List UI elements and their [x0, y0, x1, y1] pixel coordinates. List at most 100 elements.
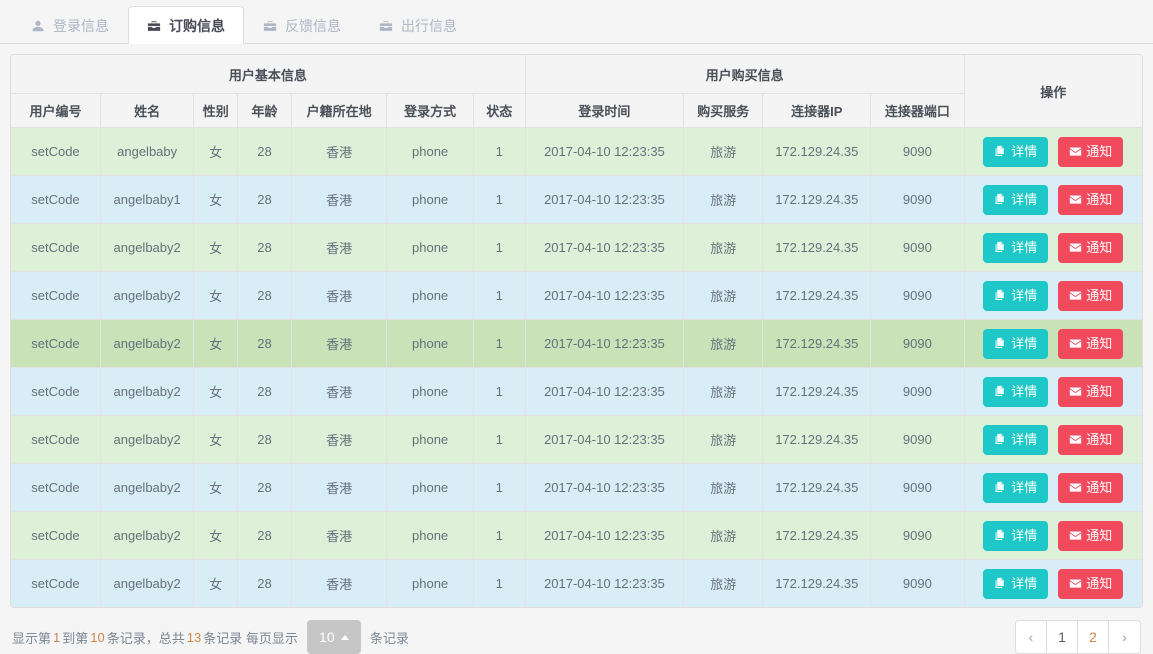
table-cell: phone [386, 127, 474, 176]
button-label: 通知 [1086, 192, 1113, 207]
col-login-method[interactable]: 登录方式 [386, 93, 474, 128]
detail-button[interactable]: 详情 [983, 520, 1049, 551]
button-label: 通知 [1086, 576, 1113, 591]
summary-mid-3: 条记录 每页显示 [203, 630, 298, 646]
table-cell: 172.129.24.35 [762, 223, 872, 272]
page-1[interactable]: 1 [1047, 621, 1078, 653]
detail-button[interactable]: 详情 [983, 472, 1049, 503]
tab-order-info[interactable]: 订购信息 [128, 6, 244, 44]
table-cell: 女 [193, 415, 239, 464]
summary-total: 13 [186, 629, 202, 645]
table-cell: 旅游 [683, 511, 764, 560]
table-cell: 香港 [290, 463, 388, 512]
table-cell: 28 [237, 415, 292, 464]
row-actions-cell: 详情 通知 [963, 223, 1142, 272]
caret-up-icon [340, 634, 349, 640]
summary-to: 10 [90, 629, 105, 645]
table-cell: 旅游 [683, 271, 764, 320]
col-login-time[interactable]: 登录时间 [524, 93, 685, 128]
col-gender[interactable]: 性别 [193, 93, 239, 128]
notify-button[interactable]: 通知 [1058, 136, 1124, 167]
table-row[interactable]: setCode angelbaby 女 28 香港 phone 1 2017-04-10 12… [11, 127, 1142, 176]
detail-button[interactable]: 详情 [983, 184, 1049, 215]
copy-files-icon [994, 289, 1007, 302]
row-actions: 详情 通知 [965, 184, 1142, 215]
table-cell: setCode [11, 223, 101, 272]
tab-login-info[interactable]: 登录信息 [12, 6, 128, 44]
col-status[interactable]: 状态 [472, 93, 526, 128]
table-cell: 172.129.24.35 [762, 175, 872, 224]
button-label: 详情 [1011, 480, 1038, 495]
row-actions-cell: 详情 通知 [963, 415, 1142, 464]
tab-travel-info[interactable]: 出行信息 [360, 6, 476, 44]
table-cell: 172.129.24.35 [762, 511, 872, 560]
col-age[interactable]: 年龄 [237, 93, 292, 128]
group-header-row: 用户基本信息 用户购买信息 操作 [11, 55, 1142, 128]
table-row[interactable]: setCode angelbaby2 女 28 香港 phone 1 2017-04-10 1… [11, 511, 1142, 560]
copy-files-icon [994, 481, 1007, 494]
tab-feedback-info[interactable]: 反馈信息 [244, 6, 360, 44]
envelope-icon [1069, 145, 1082, 158]
page-next[interactable]: › [1109, 621, 1140, 653]
table-cell: 香港 [290, 319, 388, 368]
tab-bar: 登录信息 订购信息 反馈信息 出行信息 [0, 0, 1153, 44]
detail-button[interactable]: 详情 [983, 424, 1049, 455]
col-connector-port[interactable]: 连接器端口 [870, 93, 965, 128]
envelope-icon [1069, 289, 1082, 302]
table-row[interactable]: setCode angelbaby2 女 28 香港 phone 1 2017-04-10 1… [11, 559, 1142, 607]
detail-button[interactable]: 详情 [983, 136, 1049, 167]
orders-table: 用户基本信息 用户购买信息 操作 用户编号 姓名 性别 年龄 户籍所在地 登录方… [11, 55, 1142, 607]
row-actions: 详情 通知 [965, 376, 1142, 407]
detail-button[interactable]: 详情 [983, 376, 1049, 407]
notify-button[interactable]: 通知 [1058, 424, 1124, 455]
row-actions: 详情 通知 [965, 520, 1142, 551]
table-cell: 172.129.24.35 [762, 319, 872, 368]
detail-button[interactable]: 详情 [983, 232, 1049, 263]
notify-button[interactable]: 通知 [1058, 472, 1124, 503]
table-cell: 2017-04-10 12:23:35 [524, 415, 685, 464]
page-2[interactable]: 2 [1078, 621, 1109, 653]
page-prev[interactable]: ‹ [1016, 621, 1047, 653]
table-cell: 女 [193, 319, 239, 368]
table-cell: 女 [193, 223, 239, 272]
col-connector-ip[interactable]: 连接器IP [762, 93, 872, 128]
table-cell: 1 [472, 415, 526, 464]
notify-button[interactable]: 通知 [1058, 184, 1124, 215]
table-row[interactable]: setCode angelbaby2 女 28 香港 phone 1 2017-04-10 1… [11, 319, 1142, 368]
detail-button[interactable]: 详情 [983, 328, 1049, 359]
notify-button[interactable]: 通知 [1058, 520, 1124, 551]
table-row[interactable]: setCode angelbaby2 女 28 香港 phone 1 2017-04-10 1… [11, 271, 1142, 320]
table-row[interactable]: setCode angelbaby2 女 28 香港 phone 1 2017-04-10 1… [11, 415, 1142, 464]
table-cell: 旅游 [683, 415, 764, 464]
col-name[interactable]: 姓名 [99, 93, 195, 128]
envelope-icon [1069, 529, 1082, 542]
col-residence[interactable]: 户籍所在地 [290, 93, 388, 128]
notify-button[interactable]: 通知 [1058, 232, 1124, 263]
row-actions-cell: 详情 通知 [963, 463, 1142, 512]
table-cell: 172.129.24.35 [762, 559, 872, 607]
detail-button[interactable]: 详情 [983, 280, 1049, 311]
table-cell: 女 [193, 511, 239, 560]
col-service[interactable]: 购买服务 [683, 93, 764, 128]
group-header-operations: 操作 [963, 55, 1142, 128]
button-label: 详情 [1011, 240, 1038, 255]
notify-button[interactable]: 通知 [1058, 376, 1124, 407]
button-label: 详情 [1011, 144, 1038, 159]
notify-button[interactable]: 通知 [1058, 280, 1124, 311]
table-cell: phone [386, 463, 474, 512]
col-user-code[interactable]: 用户编号 [11, 93, 101, 128]
notify-button[interactable]: 通知 [1058, 328, 1124, 359]
table-row[interactable]: setCode angelbaby2 女 28 香港 phone 1 2017-04-10 1… [11, 463, 1142, 512]
table-cell: 1 [472, 559, 526, 607]
pagination: ‹ 1 2 › [1015, 620, 1141, 654]
table-row[interactable]: setCode angelbaby2 女 28 香港 phone 1 2017-04-10 1… [11, 367, 1142, 416]
page-size-dropdown[interactable]: 10 [306, 620, 361, 654]
table-row[interactable]: setCode angelbaby1 女 28 香港 phone 1 2017-04-10 1… [11, 175, 1142, 224]
table-row[interactable]: setCode angelbaby2 女 28 香港 phone 1 2017-04-10 1… [11, 223, 1142, 272]
notify-button[interactable]: 通知 [1058, 568, 1124, 599]
button-label: 详情 [1011, 336, 1038, 351]
tab-label: 订购信息 [169, 17, 225, 34]
table-cell: 1 [472, 511, 526, 560]
table-cell: 28 [237, 559, 292, 607]
detail-button[interactable]: 详情 [983, 568, 1049, 599]
